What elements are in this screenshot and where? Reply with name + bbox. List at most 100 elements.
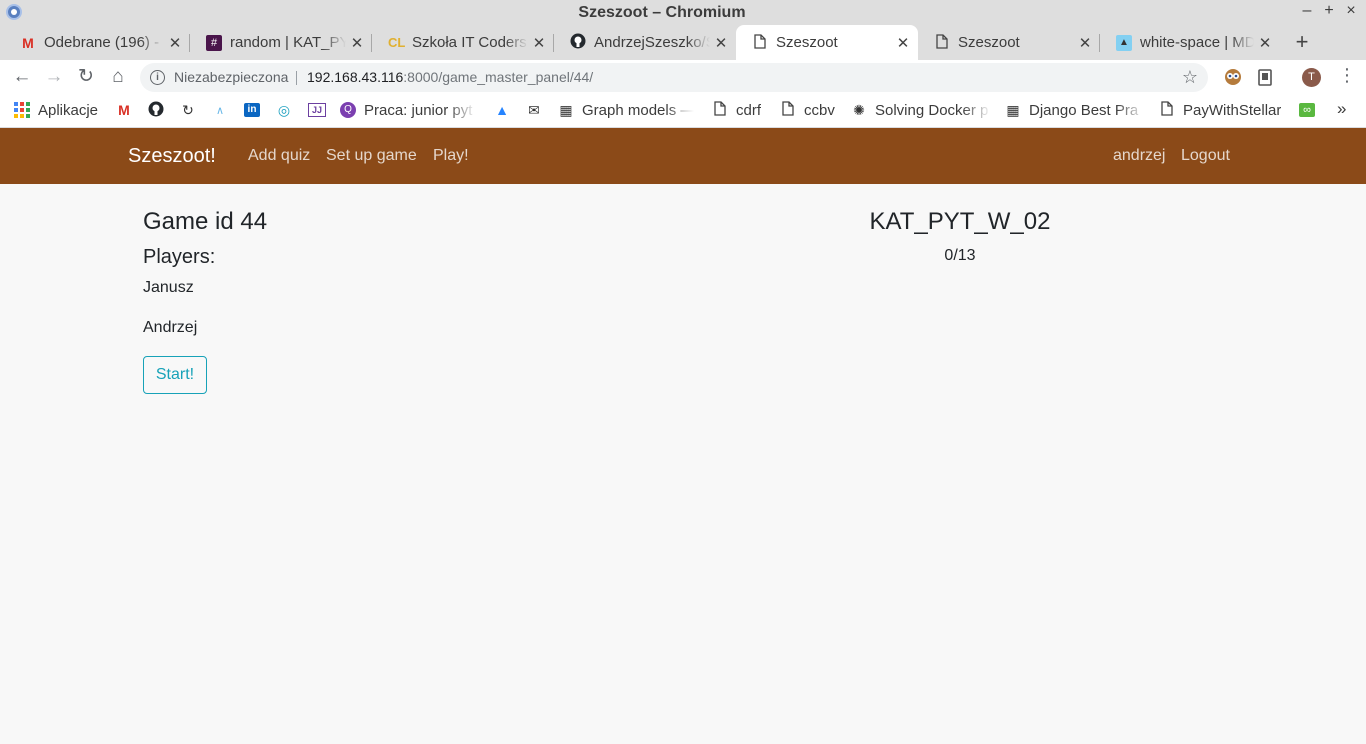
- tab-szeszoot-active[interactable]: Szeszoot ✕: [736, 25, 918, 60]
- slack-icon: #: [206, 34, 222, 51]
- url-host: 192.168.43.116: [307, 69, 404, 85]
- nav-user[interactable]: andrzej: [1113, 147, 1165, 165]
- bookmark-star-icon[interactable]: ☆: [1182, 63, 1198, 92]
- close-tab-icon[interactable]: ✕: [896, 34, 910, 52]
- linkedin-icon: in: [244, 103, 260, 117]
- url-text[interactable]: 192.168.43.116:8000/game_master_panel/44…: [307, 63, 593, 92]
- page-icon: [752, 33, 768, 52]
- new-tab-button[interactable]: +: [1290, 29, 1314, 55]
- close-tab-icon[interactable]: ✕: [532, 34, 546, 52]
- url-path: :8000/game_master_panel/44/: [403, 69, 594, 85]
- game-id-heading: Game id 44: [143, 208, 268, 235]
- mdn-icon: ▲: [1116, 34, 1132, 51]
- stellar-icon: ∞: [1299, 103, 1315, 117]
- gmail-icon: M: [22, 34, 34, 51]
- close-tab-icon[interactable]: ✕: [1258, 34, 1272, 52]
- url-divider: [296, 71, 297, 85]
- info-icon[interactable]: i: [150, 70, 165, 85]
- docker-icon: ✺: [853, 101, 865, 118]
- home-icon[interactable]: ⌂: [106, 65, 130, 89]
- extension-owl-icon[interactable]: [1224, 68, 1242, 86]
- bookmark-paywithstellar[interactable]: PayWithStellar: [1159, 95, 1281, 125]
- bookmark-django[interactable]: ▦ Django Best Pra: [1005, 95, 1145, 125]
- bookmark-label: Praca: junior pyt: [364, 101, 473, 119]
- target-icon: ◎: [277, 101, 291, 118]
- bookmark-stellar[interactable]: ∞: [1299, 95, 1323, 125]
- tab-coderslab[interactable]: CL Szkoła IT Coders ✕: [372, 25, 554, 60]
- building-icon: ▦: [559, 101, 573, 118]
- more-bookmarks-chevron-icon[interactable]: »: [1337, 99, 1346, 119]
- close-tab-icon[interactable]: ✕: [350, 34, 364, 52]
- close-tab-icon[interactable]: ✕: [1078, 34, 1092, 52]
- praca-icon: Q: [340, 102, 356, 118]
- back-arrow-icon[interactable]: ←: [10, 65, 34, 89]
- window-titlebar: Szeszoot – Chromium – + ×: [0, 0, 1366, 25]
- bookmark-target[interactable]: ◎: [276, 95, 300, 125]
- players-heading: Players:: [143, 246, 216, 268]
- bookmark-bird[interactable]: ∧: [212, 95, 236, 125]
- atlassian-icon: ▲: [495, 102, 509, 118]
- minimize-button[interactable]: –: [1298, 2, 1316, 20]
- browser-toolbar: ← → ↻ ⌂ i Niezabezpieczona 192.168.43.11…: [0, 60, 1366, 95]
- bookmark-jetbrains[interactable]: JJ: [308, 95, 334, 125]
- kebab-menu-icon[interactable]: ⋮: [1338, 65, 1356, 86]
- app-navbar: Szeszoot! Add quiz Set up game Play! and…: [0, 128, 1366, 184]
- bookmark-gmail[interactable]: M: [116, 95, 140, 125]
- bookmark-praca[interactable]: Q Praca: junior pyt: [340, 95, 476, 125]
- bookmark-apps[interactable]: Aplikacje: [14, 95, 98, 125]
- envelope-icon: ✉: [528, 101, 540, 118]
- bookmark-label: PayWithStellar: [1183, 101, 1282, 119]
- close-tab-icon[interactable]: ✕: [714, 34, 728, 52]
- maximize-button[interactable]: +: [1320, 2, 1338, 20]
- player-name: Andrzej: [143, 319, 198, 336]
- tab-mdn[interactable]: ▲ white-space | MD ✕: [1100, 25, 1280, 60]
- bookmark-docker[interactable]: ✺ Solving Docker p: [851, 95, 991, 125]
- refresh-logo-icon: ↻: [182, 101, 194, 118]
- forward-arrow-icon[interactable]: →: [42, 65, 66, 89]
- page-icon: [712, 101, 728, 119]
- tab-github[interactable]: AndrzejSzeszko/S ✕: [554, 25, 736, 60]
- tab-strip: M Odebrane (196) - ✕ # random | KAT_PY ✕…: [0, 25, 1366, 60]
- tab-slack[interactable]: # random | KAT_PY ✕: [190, 25, 372, 60]
- nav-add-quiz[interactable]: Add quiz: [248, 147, 310, 165]
- question-progress: 0/13: [944, 247, 976, 264]
- bookmark-github[interactable]: [148, 95, 172, 125]
- page-icon: [934, 33, 950, 52]
- bookmark-label: ccbv: [804, 101, 835, 119]
- gmail-icon: M: [118, 102, 130, 118]
- bookmark-mail[interactable]: ✉: [526, 95, 550, 125]
- apps-grid-icon: [14, 102, 30, 118]
- nav-logout[interactable]: Logout: [1181, 147, 1230, 165]
- nav-play[interactable]: Play!: [433, 147, 469, 165]
- bird-icon: ∧: [215, 104, 225, 117]
- bookmark-atlassian[interactable]: ▲: [494, 95, 518, 125]
- bookmark-ccbv[interactable]: ccbv: [780, 95, 835, 125]
- quiz-name-heading: KAT_PYT_W_02: [869, 208, 1051, 235]
- profile-avatar[interactable]: T: [1302, 68, 1321, 87]
- github-icon: [148, 101, 164, 120]
- bookmark-linkedin[interactable]: in: [244, 95, 268, 125]
- bookmark-cdrf[interactable]: cdrf: [712, 95, 761, 125]
- brand-link[interactable]: Szeszoot!: [128, 145, 216, 168]
- bookmark-label: Solving Docker p: [875, 101, 989, 119]
- bookmark-graph-models[interactable]: ▦ Graph models —: [558, 95, 694, 125]
- close-tab-icon[interactable]: ✕: [168, 34, 182, 52]
- reload-icon[interactable]: ↻: [74, 65, 98, 89]
- tab-gmail[interactable]: M Odebrane (196) - ✕: [4, 25, 190, 60]
- player-name: Janusz: [143, 279, 194, 296]
- tab-label: Odebrane (196) -: [44, 34, 160, 51]
- nav-set-up-game[interactable]: Set up game: [326, 147, 417, 165]
- close-window-button[interactable]: ×: [1342, 2, 1360, 20]
- start-game-button[interactable]: Start!: [143, 356, 207, 394]
- extension-clipboard-icon[interactable]: [1256, 68, 1274, 86]
- tab-label: AndrzejSzeszko/S: [594, 34, 710, 51]
- tab-szeszoot[interactable]: Szeszoot ✕: [918, 25, 1100, 60]
- tab-label: white-space | MD: [1140, 34, 1254, 51]
- github-icon: [570, 33, 586, 52]
- jetbrains-icon: JJ: [308, 103, 326, 117]
- security-label[interactable]: Niezabezpieczona: [174, 63, 288, 92]
- tab-label: Szkoła IT Coders: [412, 34, 527, 51]
- tab-label: Szeszoot: [958, 34, 1020, 51]
- address-bar[interactable]: i Niezabezpieczona 192.168.43.116:8000/g…: [140, 63, 1208, 92]
- bookmark-refresh[interactable]: ↻: [180, 95, 204, 125]
